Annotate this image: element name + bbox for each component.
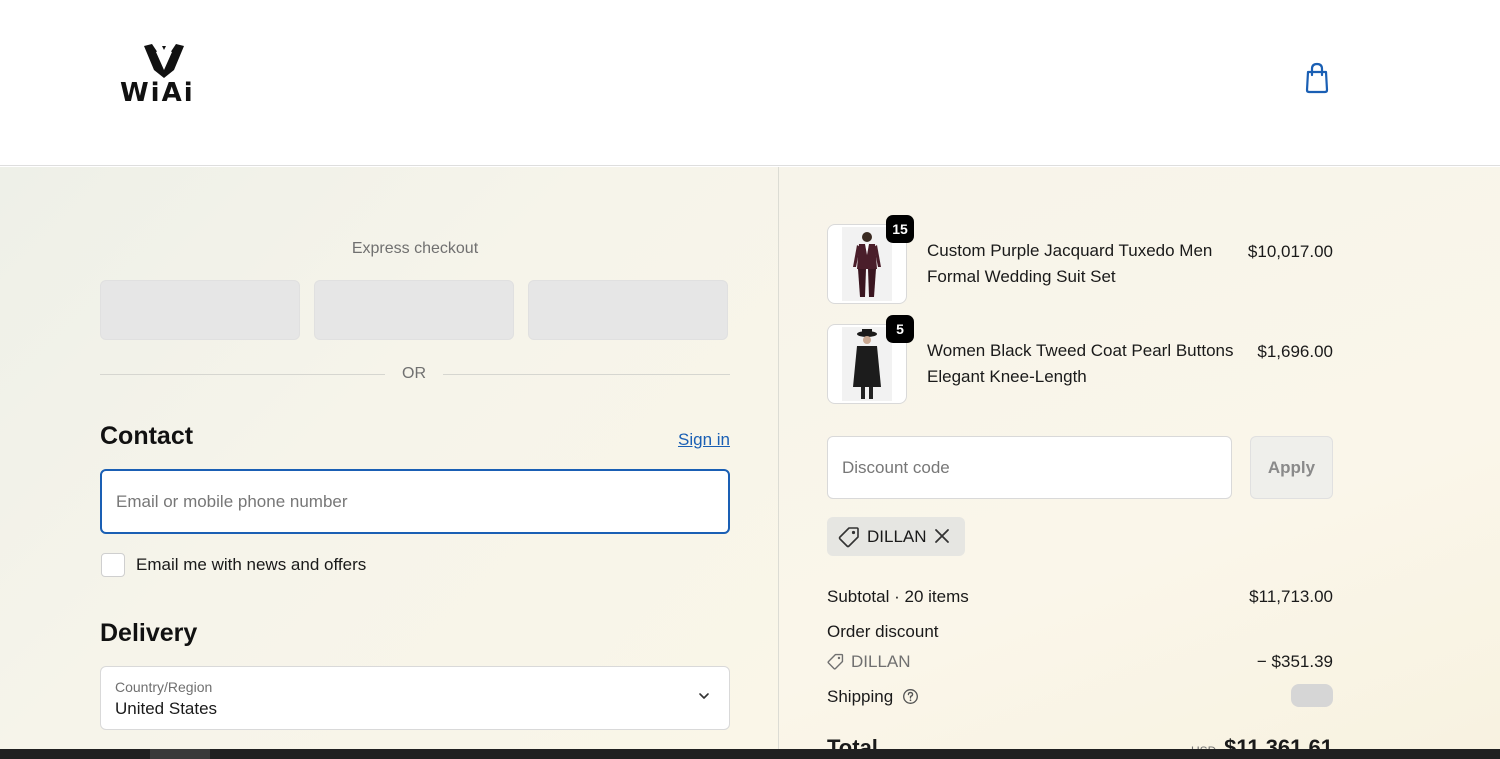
shopping-bag-icon[interactable] (1302, 62, 1332, 94)
country-label: Country/Region (115, 679, 213, 695)
subtotal-value: $11,713.00 (1249, 587, 1333, 606)
express-pay-button-2[interactable] (314, 280, 514, 340)
express-pay-button-1[interactable] (100, 280, 300, 340)
sign-in-link[interactable]: Sign in (640, 430, 730, 450)
shipping-loading-placeholder (1291, 684, 1333, 707)
chevron-down-icon (699, 693, 709, 699)
logo-text: WiAi (120, 78, 195, 108)
delivery-heading: Delivery (100, 619, 198, 647)
tuxedo-logo-icon (144, 44, 184, 78)
brand-logo[interactable]: WiAi (118, 40, 210, 112)
item-name: Custom Purple Jacquard Tuxedo Men Formal… (927, 241, 1213, 286)
item-price: $1,696.00 (1257, 342, 1333, 361)
contact-heading: Contact (100, 422, 194, 450)
item-name: Women Black Tweed Coat Pearl Buttons Ele… (927, 341, 1234, 386)
newsletter-label: Email me with news and offers (136, 555, 367, 574)
discount-code-label: DILLAN (851, 652, 911, 671)
quantity-badge: 15 (886, 215, 914, 243)
applied-code-label: DILLAN (867, 527, 927, 546)
divider-right (443, 374, 730, 375)
order-summary: 15 Custom Purple Jacquard Tuxedo Men For… (778, 167, 1500, 759)
discount-amount: − $351.39 (1256, 652, 1333, 671)
taskbar (0, 749, 1500, 759)
divider-left (100, 374, 385, 375)
or-divider-text: OR (402, 365, 426, 382)
close-icon[interactable] (933, 527, 951, 545)
tag-icon (838, 527, 859, 548)
apply-discount-button[interactable]: Apply (1250, 436, 1333, 499)
applied-discount-chip: DILLAN (827, 517, 965, 556)
site-header: WiAi (0, 0, 1500, 166)
subtotal-label: Subtotal · 20 items (827, 587, 969, 606)
shipping-label: Shipping (827, 687, 894, 706)
country-select[interactable]: Country/Region United States (100, 666, 730, 730)
email-field[interactable] (100, 469, 730, 534)
discount-code-field[interactable] (827, 436, 1232, 499)
help-icon[interactable] (902, 688, 919, 705)
country-value: United States (115, 699, 218, 718)
product-thumbnail: 5 (827, 315, 914, 404)
order-discount-label: Order discount (827, 622, 939, 641)
quantity-badge: 5 (886, 315, 914, 343)
product-thumbnail: 15 (827, 215, 914, 304)
newsletter-checkbox[interactable] (101, 553, 125, 577)
checkout-form: Express checkout OR Contact Sign in Emai… (0, 167, 778, 759)
taskbar-item[interactable] (150, 749, 210, 759)
express-pay-button-3[interactable] (528, 280, 728, 340)
item-price: $10,017.00 (1247, 242, 1333, 261)
tag-icon (827, 653, 844, 670)
express-checkout-title: Express checkout (351, 240, 479, 257)
